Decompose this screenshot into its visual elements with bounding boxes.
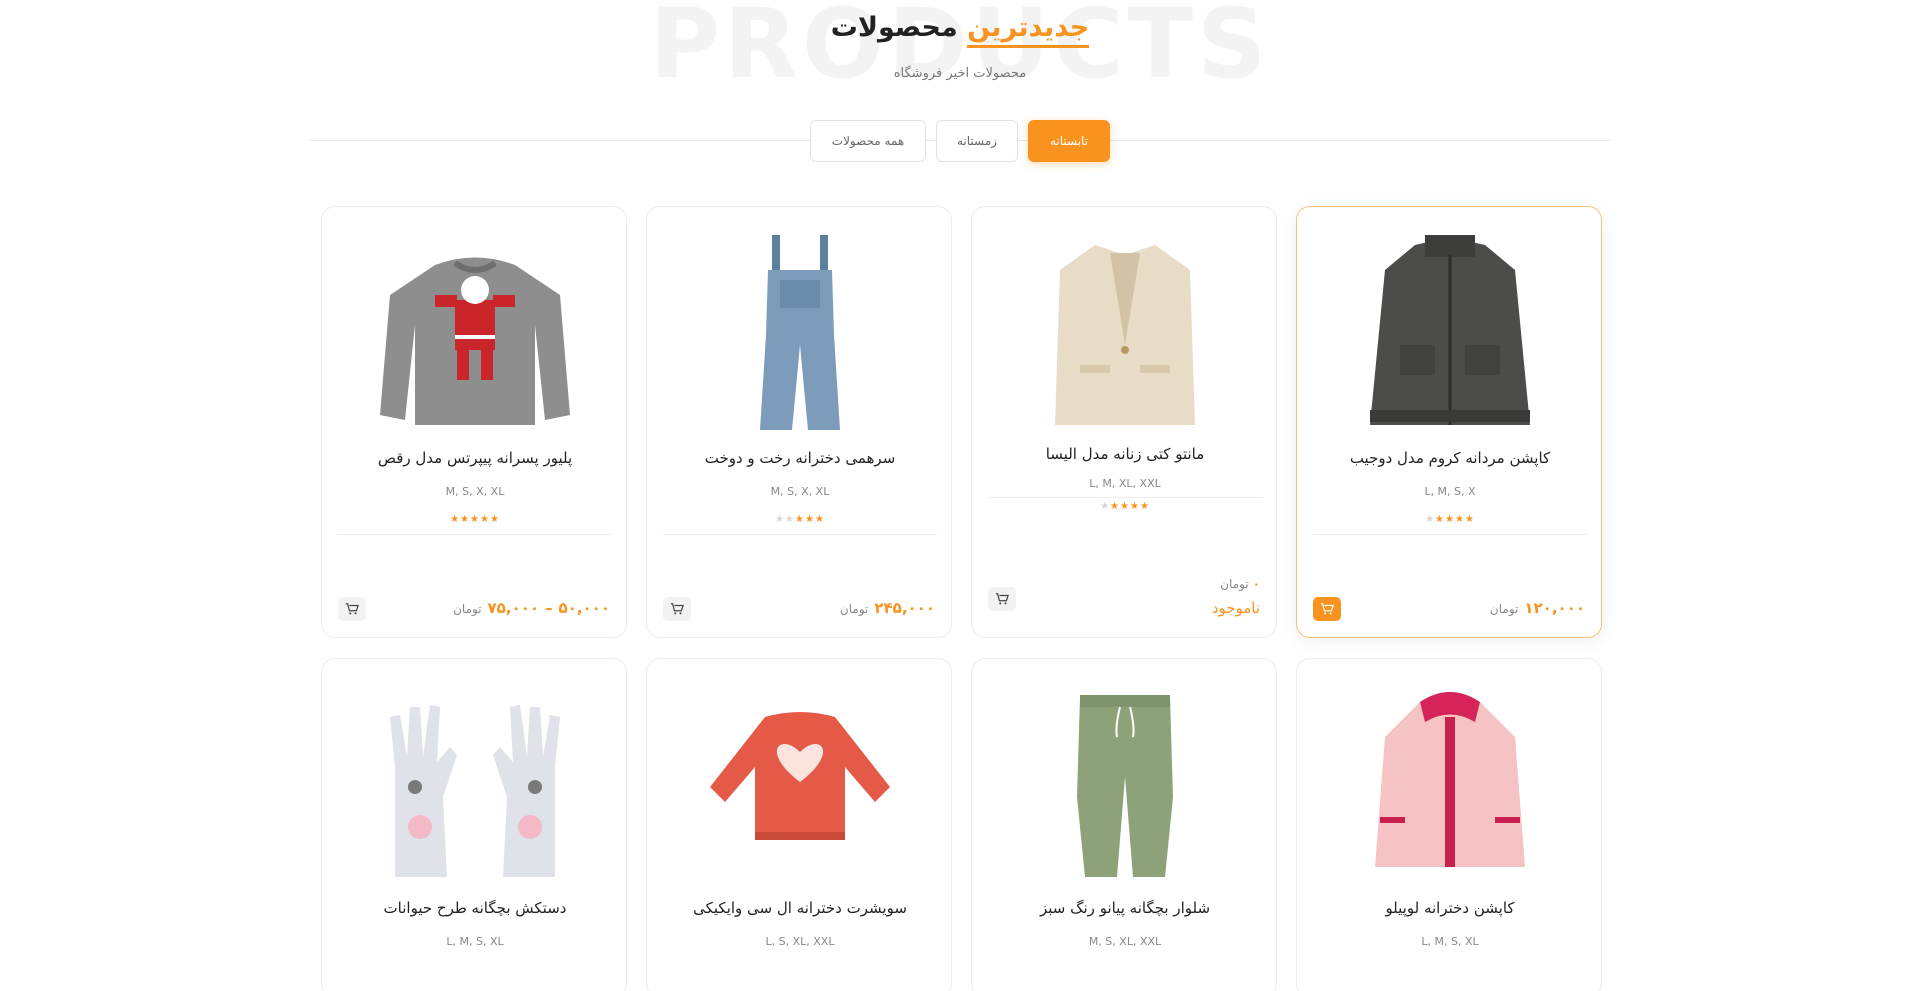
product-name[interactable]: پلیور پسرانه پیپرتس مدل رقص — [332, 449, 618, 467]
sweatshirt-icon[interactable] — [700, 677, 900, 887]
product-name[interactable]: مانتو کتی زنانه مدل الیسا — [982, 445, 1268, 463]
cart-icon — [345, 603, 359, 615]
card-divider — [988, 497, 1262, 498]
rating-stars: ★★★★★ — [775, 514, 825, 525]
add-to-cart-button[interactable] — [663, 597, 691, 621]
section-title: جدیدترین محصولات — [0, 12, 1920, 48]
product-card[interactable]: کاپشن دخترانه لوپیلو L, M, S, XL — [1296, 658, 1602, 991]
coat-icon[interactable] — [1025, 225, 1225, 435]
currency-label: تومان — [453, 602, 482, 616]
card-divider — [663, 534, 937, 535]
overalls-icon[interactable] — [700, 225, 900, 435]
product-name[interactable]: سویشرت دخترانه ال سی وایکیکی — [657, 899, 943, 917]
price-range: ۵۰,۰۰۰ – ۷۵,۰۰۰ تومان — [453, 599, 610, 617]
product-card[interactable]: پلیور پسرانه پیپرتس مدل رقص M, S, X, XL … — [321, 206, 627, 638]
product-card[interactable]: کاپشن مردانه کروم مدل دوجیب L, M, S, X ★… — [1296, 206, 1602, 638]
product-card[interactable]: سرهمی دخترانه رخت و دوخت M, S, X, XL ★★★… — [646, 206, 952, 638]
card-divider — [1313, 534, 1587, 535]
product-name[interactable]: کاپشن مردانه کروم مدل دوجیب — [1307, 449, 1593, 467]
cart-icon — [670, 603, 684, 615]
category-tabs: همه محصولات زمستانه تابستانه — [810, 120, 1110, 162]
pink-jacket-icon[interactable] — [1350, 677, 1550, 887]
section-subtitle: محصولات اخیر فروشگاه — [893, 66, 1027, 81]
product-sizes: L, M, S, X — [1424, 485, 1476, 498]
product-sizes: M, S, X, XL — [445, 485, 505, 498]
price-value: ۰ — [1252, 577, 1260, 591]
product-card[interactable]: سویشرت دخترانه ال سی وایکیکی L, S, XL, X… — [646, 658, 952, 991]
product-sizes: L, S, XL, XXL — [765, 935, 835, 948]
product-sizes: M, S, X, XL — [770, 485, 830, 498]
product-card[interactable]: دستکش بچگانه طرح حیوانات L, M, S, XL — [321, 658, 627, 991]
product-sizes: L, M, XL, XXL — [1089, 477, 1161, 490]
rating-stars: ★★★★★ — [450, 514, 500, 525]
price-value: ۱۲۰,۰۰۰ — [1524, 599, 1585, 617]
pants-icon[interactable] — [1025, 677, 1225, 887]
product-name[interactable]: دستکش بچگانه طرح حیوانات — [332, 899, 618, 917]
add-to-cart-button[interactable] — [988, 587, 1016, 611]
sweater-icon[interactable] — [375, 225, 575, 435]
product-card[interactable]: مانتو کتی زنانه مدل الیسا L, M, XL, XXL … — [971, 206, 1277, 638]
cart-icon — [1320, 603, 1334, 615]
currency-label: تومان — [839, 602, 869, 616]
product-name[interactable]: شلوار بچگانه پیانو رنگ سبز — [982, 899, 1268, 917]
rating-stars: ★★★★★ — [1100, 501, 1150, 512]
tab-winter[interactable]: زمستانه — [936, 120, 1018, 162]
add-to-cart-button[interactable] — [338, 597, 366, 621]
product-price: ۰ تومان — [1220, 577, 1260, 591]
product-name[interactable]: سرهمی دخترانه رخت و دوخت — [657, 449, 943, 467]
product-sizes: L, M, S, XL — [1421, 935, 1479, 948]
product-sizes: L, M, S, XL — [446, 935, 504, 948]
product-price: ۱۲۰,۰۰۰ تومان — [1490, 599, 1585, 617]
currency-label: تومان — [1220, 577, 1249, 591]
section-title-accent: جدیدترین — [967, 12, 1090, 48]
cart-icon — [995, 593, 1009, 605]
product-sizes: M, S, XL, XXL — [1088, 935, 1162, 948]
product-name[interactable]: کاپشن دخترانه لوپیلو — [1307, 899, 1593, 917]
product-price: ۲۴۵,۰۰۰ تومان — [840, 599, 935, 617]
rating-stars: ★★★★★ — [1425, 514, 1475, 525]
price-value: ۲۴۵,۰۰۰ — [874, 599, 935, 617]
tab-all-products[interactable]: همه محصولات — [810, 120, 926, 162]
price-max: ۷۵,۰۰۰ — [487, 599, 540, 617]
add-to-cart-button[interactable] — [1313, 597, 1341, 621]
jacket-icon[interactable] — [1350, 225, 1550, 435]
section-title-rest: محصولات — [830, 12, 958, 43]
tab-summer[interactable]: تابستانه — [1028, 120, 1110, 162]
product-card[interactable]: شلوار بچگانه پیانو رنگ سبز M, S, XL, XXL — [971, 658, 1277, 991]
gloves-icon[interactable] — [375, 677, 575, 887]
stock-status: ناموجود — [1211, 599, 1260, 617]
price-min: ۵۰,۰۰۰ — [558, 599, 610, 617]
card-divider — [338, 534, 612, 535]
currency-label: تومان — [1489, 602, 1519, 616]
